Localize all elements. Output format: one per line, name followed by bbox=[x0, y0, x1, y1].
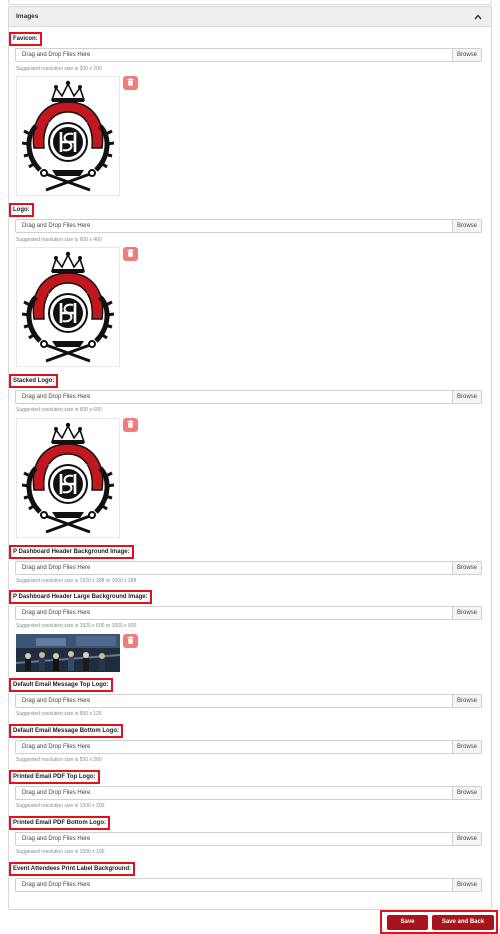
dashboard-header-large-bg-label: P Dashboard Header Large Background Imag… bbox=[9, 590, 152, 604]
crest-logo-image bbox=[18, 249, 118, 365]
dropzone-placeholder: Drag and Drop Files Here bbox=[22, 223, 91, 229]
logo-label: Logo: bbox=[9, 203, 34, 217]
trash-icon bbox=[127, 420, 134, 430]
dashboard-header-large-bg-preview bbox=[16, 634, 120, 672]
dropzone-placeholder: Drag and Drop Files Here bbox=[22, 610, 91, 616]
stacked-logo-preview bbox=[16, 418, 120, 538]
favicon-hint: Suggested resolution size is 200 x 200 bbox=[16, 66, 102, 72]
stacked-logo-label: Stacked Logo: bbox=[9, 374, 59, 388]
pdf-top-logo-label: Printed Email PDF Top Logo: bbox=[9, 770, 100, 784]
dropzone-placeholder: Drag and Drop Files Here bbox=[22, 836, 91, 842]
dashboard-header-bg-dropzone[interactable]: Drag and Drop Files Here Browse bbox=[15, 561, 482, 575]
favicon-delete-button[interactable] bbox=[123, 76, 138, 90]
browse-button[interactable]: Browse bbox=[452, 562, 481, 574]
dashboard-header-large-bg-hint: Suggested resolution size is 1920 x 600 … bbox=[16, 623, 137, 629]
browse-button[interactable]: Browse bbox=[452, 741, 481, 753]
dropzone-placeholder: Drag and Drop Files Here bbox=[22, 882, 91, 888]
dropzone-placeholder: Drag and Drop Files Here bbox=[22, 744, 91, 750]
print-label-bg-dropzone[interactable]: Drag and Drop Files Here Browse bbox=[15, 878, 482, 892]
email-bottom-logo-dropzone[interactable]: Drag and Drop Files Here Browse bbox=[15, 740, 482, 754]
dashboard-header-bg-hint: Suggested resolution size is 1920 x 288 … bbox=[16, 578, 137, 584]
favicon-label: Favicon: bbox=[9, 32, 42, 46]
browse-button[interactable]: Browse bbox=[452, 695, 481, 707]
email-top-logo-label: Default Email Message Top Logo: bbox=[9, 678, 113, 692]
pdf-top-logo-hint: Suggested resolution size is 1500 x 200 bbox=[16, 803, 105, 809]
dropzone-placeholder: Drag and Drop Files Here bbox=[22, 52, 91, 58]
browse-button[interactable]: Browse bbox=[452, 833, 481, 845]
favicon-preview bbox=[16, 76, 120, 196]
logo-dropzone[interactable]: Drag and Drop Files Here Browse bbox=[15, 219, 482, 233]
dashboard-header-large-bg-dropzone[interactable]: Drag and Drop Files Here Browse bbox=[15, 606, 482, 620]
previous-section-edge bbox=[8, 0, 492, 5]
pdf-bottom-logo-label: Printed Email PDF Bottom Logo: bbox=[9, 816, 110, 830]
stacked-logo-hint: Suggested resolution size is 600 x 600 bbox=[16, 407, 102, 413]
favicon-dropzone[interactable]: Drag and Drop Files Here Browse bbox=[15, 48, 482, 62]
dropzone-placeholder: Drag and Drop Files Here bbox=[22, 698, 91, 704]
dashboard-header-bg-label: P Dashboard Header Background Image: bbox=[9, 545, 134, 559]
pdf-top-logo-dropzone[interactable]: Drag and Drop Files Here Browse bbox=[15, 786, 482, 800]
form-actions: Save Save and Back bbox=[380, 910, 498, 934]
dropzone-placeholder: Drag and Drop Files Here bbox=[22, 565, 91, 571]
email-bottom-logo-label: Default Email Message Bottom Logo: bbox=[9, 724, 124, 738]
crest-logo-image bbox=[18, 78, 118, 194]
crest-logo-image bbox=[18, 420, 118, 536]
trash-icon bbox=[127, 78, 134, 88]
photo-image bbox=[16, 634, 120, 672]
browse-button[interactable]: Browse bbox=[452, 787, 481, 799]
email-top-logo-hint: Suggested resolution size is 550 x 125 bbox=[16, 711, 102, 717]
dropzone-placeholder: Drag and Drop Files Here bbox=[22, 790, 91, 796]
browse-button[interactable]: Browse bbox=[452, 220, 481, 232]
logo-preview bbox=[16, 247, 120, 367]
logo-hint: Suggested resolution size is 600 x 400 bbox=[16, 237, 102, 243]
panel-header[interactable]: Images bbox=[9, 7, 491, 27]
browse-button[interactable]: Browse bbox=[452, 607, 481, 619]
stacked-logo-delete-button[interactable] bbox=[123, 418, 138, 432]
logo-delete-button[interactable] bbox=[123, 247, 138, 261]
browse-button[interactable]: Browse bbox=[452, 49, 481, 61]
stacked-logo-dropzone[interactable]: Drag and Drop Files Here Browse bbox=[15, 390, 482, 404]
email-bottom-logo-hint: Suggested resolution size is 550 x 200 bbox=[16, 757, 102, 763]
dashboard-header-large-bg-delete-button[interactable] bbox=[123, 634, 138, 648]
email-top-logo-dropzone[interactable]: Drag and Drop Files Here Browse bbox=[15, 694, 482, 708]
dropzone-placeholder: Drag and Drop Files Here bbox=[22, 394, 91, 400]
browse-button[interactable]: Browse bbox=[452, 879, 481, 891]
trash-icon bbox=[127, 249, 134, 259]
print-label-bg-label: Event Attendees Print Label Background: bbox=[9, 862, 136, 876]
pdf-bottom-logo-dropzone[interactable]: Drag and Drop Files Here Browse bbox=[15, 832, 482, 846]
save-and-back-button[interactable]: Save and Back bbox=[432, 915, 494, 930]
panel-title: Images bbox=[16, 13, 39, 20]
pdf-bottom-logo-hint: Suggested resolution size is 1500 x 100 bbox=[16, 849, 105, 855]
chevron-up-icon[interactable] bbox=[473, 12, 483, 22]
trash-icon bbox=[127, 636, 134, 646]
browse-button[interactable]: Browse bbox=[452, 391, 481, 403]
save-button[interactable]: Save bbox=[387, 915, 428, 930]
